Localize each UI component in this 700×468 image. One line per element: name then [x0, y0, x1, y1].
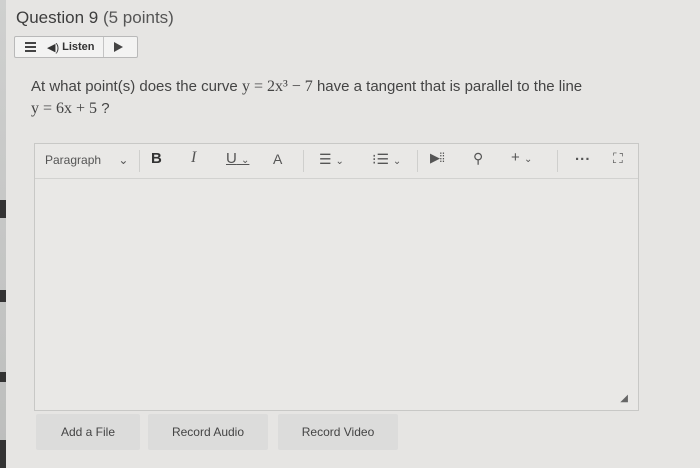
- insert-more-dropdown[interactable]: + ⌄: [511, 150, 532, 168]
- line-equation: y = 6x + 5: [31, 100, 98, 117]
- insert-media-icon[interactable]: ▶⁞⁞: [430, 150, 445, 166]
- question-points: (5 points): [102, 8, 174, 27]
- divider: [557, 150, 558, 172]
- chevron-down-icon: ⌄: [118, 153, 129, 167]
- list-icon: ⁝☰: [372, 151, 390, 167]
- question-number: Question 9: [16, 8, 99, 27]
- italic-button[interactable]: I: [191, 150, 196, 166]
- paragraph-style-dropdown[interactable]: Paragraph ⌄: [45, 152, 128, 168]
- plus-icon: +: [511, 149, 520, 166]
- list-dropdown[interactable]: ⁝☰ ⌄: [372, 151, 401, 170]
- more-options-icon[interactable]: ...: [575, 148, 591, 164]
- divider: [139, 150, 140, 172]
- align-dropdown[interactable]: ☰ ⌄: [319, 151, 344, 170]
- question-text: At what point(s) does the curve y = 2x³ …: [31, 78, 583, 117]
- play-icon[interactable]: [113, 42, 123, 52]
- question-title: Question 9 (5 points): [16, 8, 174, 28]
- chevron-down-icon: ⌄: [523, 154, 533, 165]
- hamburger-menu-icon[interactable]: [15, 42, 39, 52]
- font-format-icon[interactable]: A: [273, 151, 282, 167]
- chevron-down-icon: ⌄: [241, 155, 250, 166]
- editor-content-area[interactable]: [35, 179, 638, 410]
- edge-mark: [0, 372, 6, 382]
- record-video-button[interactable]: Record Video: [278, 414, 398, 450]
- divider: [303, 150, 304, 172]
- speaker-icon: ◀): [47, 41, 60, 54]
- chevron-down-icon: ⌄: [335, 156, 344, 167]
- edge-mark: [0, 440, 6, 468]
- divider: [102, 37, 104, 57]
- edge-mark: [0, 290, 6, 302]
- underline-button[interactable]: U ⌄: [226, 151, 249, 169]
- add-file-button[interactable]: Add a File: [36, 414, 140, 450]
- curve-equation: y = 2x³ − 7: [241, 78, 313, 95]
- listen-toolbar: ◀) Listen: [14, 36, 138, 58]
- listen-button[interactable]: Listen: [62, 41, 94, 53]
- link-icon[interactable]: ⚲: [473, 150, 483, 166]
- editor-toolbar: Paragraph ⌄ B I U ⌄ A ☰ ⌄ ⁝☰ ⌄ ▶⁞⁞ ⚲ + ⌄…: [35, 144, 638, 179]
- chevron-down-icon: ⌄: [392, 156, 402, 167]
- window-edge: [0, 0, 6, 468]
- record-audio-button[interactable]: Record Audio: [148, 414, 268, 450]
- edge-mark: [0, 200, 6, 218]
- answer-editor[interactable]: Paragraph ⌄ B I U ⌄ A ☰ ⌄ ⁝☰ ⌄ ▶⁞⁞ ⚲ + ⌄…: [34, 143, 639, 411]
- align-icon: ☰: [319, 151, 332, 167]
- resize-handle-icon[interactable]: ◢: [620, 393, 628, 404]
- fullscreen-icon[interactable]: ⛶: [613, 150, 623, 166]
- bold-button[interactable]: B: [151, 151, 162, 167]
- divider: [417, 150, 418, 172]
